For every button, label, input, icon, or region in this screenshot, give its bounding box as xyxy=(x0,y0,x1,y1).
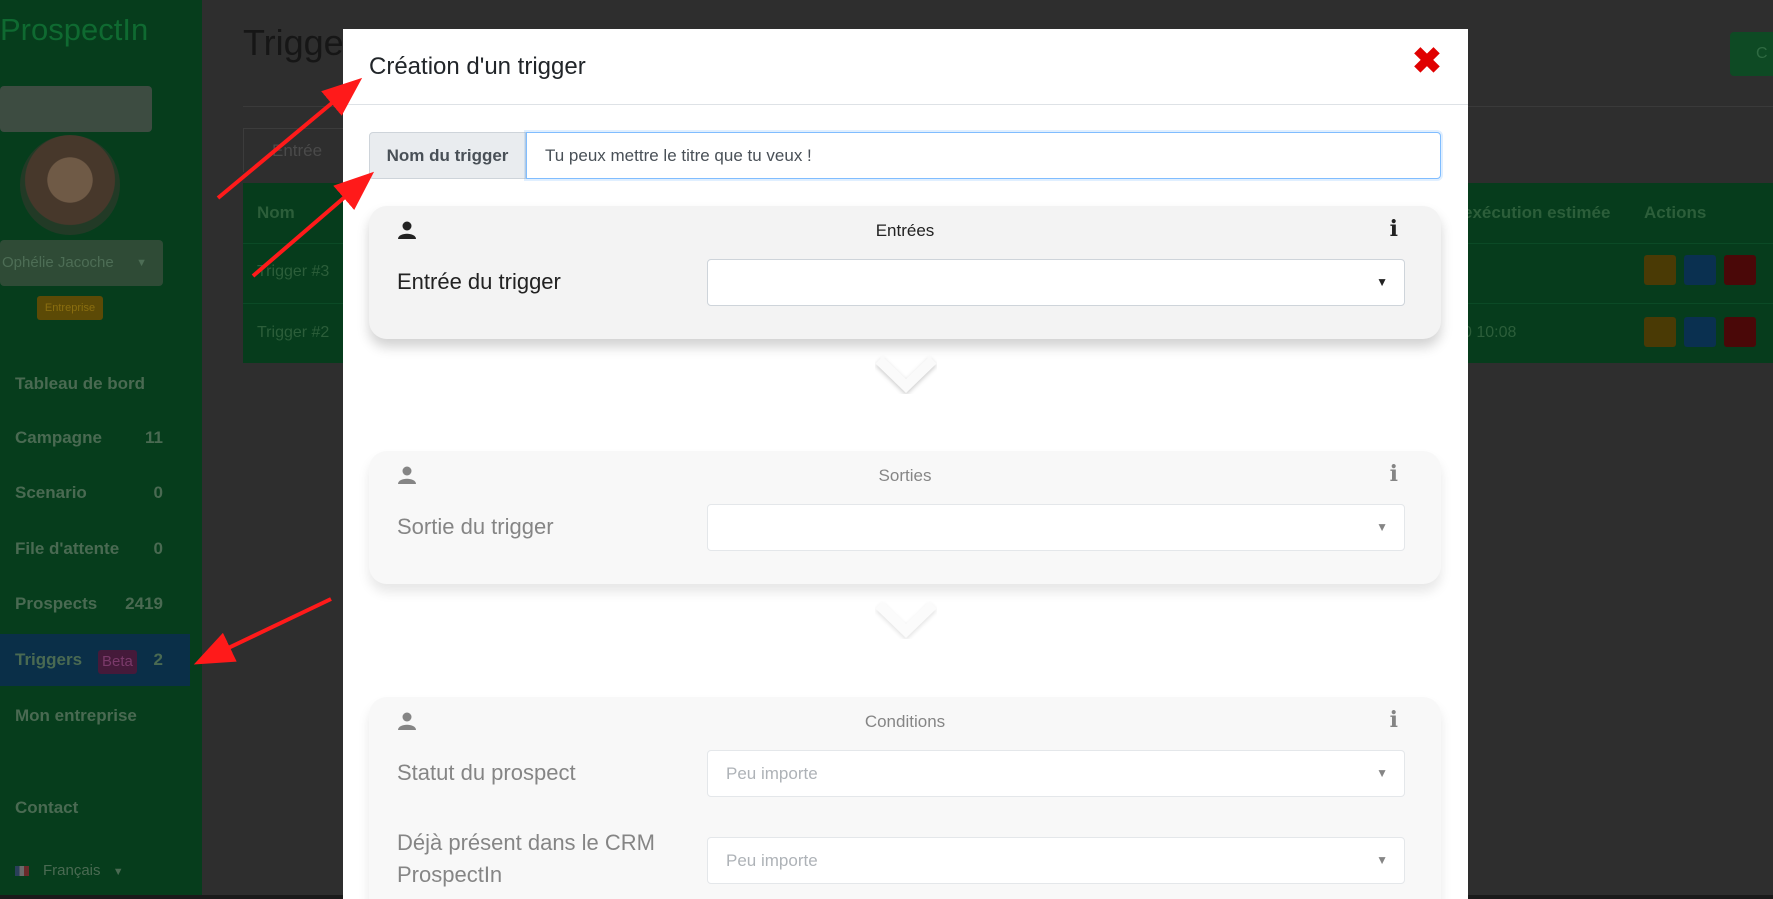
select-value: Peu importe xyxy=(726,851,818,870)
column-header: exécution estimée xyxy=(1463,203,1611,222)
modal-header: Création d'un trigger ✖ xyxy=(343,29,1468,105)
prospect-status-select[interactable]: Peu importe ▼ xyxy=(707,750,1405,797)
field-label: Sortie du trigger xyxy=(397,514,554,539)
section-sorties: Sorties i Sortie du trigger ▼ xyxy=(369,451,1441,584)
column-header: Nom xyxy=(257,203,295,222)
field-label: Déjà présent dans le CRM ProspectIn xyxy=(397,830,656,887)
sidebar-item-contact: Contact xyxy=(0,782,175,834)
sidebar-item-count: 11 xyxy=(145,428,163,447)
trigger-name-input[interactable] xyxy=(526,132,1441,179)
info-icon[interactable]: i xyxy=(1390,461,1398,487)
close-icon[interactable]: ✖ xyxy=(1412,43,1442,79)
trigger-input-select[interactable]: ▼ xyxy=(707,259,1405,306)
crm-presence-select[interactable]: Peu importe ▼ xyxy=(707,837,1405,884)
table-cell-name: Trigger #2 xyxy=(257,324,330,341)
user-name: Ophélie Jacoche xyxy=(2,254,114,271)
caret-down-icon: ▼ xyxy=(1376,520,1388,534)
chevron-down-icon: ▼ xyxy=(112,866,124,878)
sidebar-search xyxy=(0,86,152,132)
sidebar-item-triggers: Triggers Beta 2 xyxy=(0,634,190,686)
chevron-down-icon xyxy=(343,599,1468,644)
caret-down-icon: ▼ xyxy=(1376,275,1388,289)
info-icon[interactable]: i xyxy=(1390,216,1398,242)
sidebar-item-label: Campagne xyxy=(15,428,102,447)
avatar xyxy=(20,135,120,235)
copy-button xyxy=(1684,317,1716,347)
section-title: Sorties xyxy=(878,466,932,485)
sidebar-item-count: 0 xyxy=(153,539,163,558)
trigger-name-group: Nom du trigger xyxy=(369,132,1441,179)
create-trigger-button: C xyxy=(1730,32,1773,76)
sidebar-item-label: File d'attente xyxy=(15,539,120,558)
sidebar-item-company: Mon entreprise xyxy=(0,690,175,742)
edit-button xyxy=(1644,317,1676,347)
sidebar-item-label: Scenario xyxy=(15,483,87,502)
sidebar-item-campagne: Campagne 11 xyxy=(0,412,175,464)
brand-logo: ProspectIn xyxy=(0,12,149,47)
arrow-to-triggers-menu xyxy=(193,597,332,665)
table-cell-name: Trigger #3 xyxy=(257,263,330,280)
edit-button xyxy=(1644,255,1676,285)
flag-icon xyxy=(15,866,29,877)
copy-button xyxy=(1684,255,1716,285)
caret-down-icon: ▼ xyxy=(1376,766,1388,780)
sidebar-item-count: 2 xyxy=(153,650,163,669)
field-label: Entrée du trigger xyxy=(397,269,561,294)
select-value: Peu importe xyxy=(726,764,818,783)
delete-button xyxy=(1724,255,1756,285)
sidebar-item-count: 0 xyxy=(153,483,163,502)
language-label: Français xyxy=(43,862,101,879)
user-menu: Ophélie Jacoche ▼ xyxy=(0,240,163,286)
table-cell-date: 0 10:08 xyxy=(1463,324,1517,341)
column-header: Actions xyxy=(1644,203,1707,222)
plan-badge: Entreprise xyxy=(37,296,103,320)
create-trigger-modal: Création d'un trigger ✖ Nom du trigger E… xyxy=(343,29,1468,899)
sidebar-item-label: Contact xyxy=(15,798,79,817)
sidebar-item-label: Tableau de bord xyxy=(15,374,146,393)
trigger-output-select[interactable]: ▼ xyxy=(707,504,1405,551)
page-title: Trigge xyxy=(243,22,344,63)
section-entrees: Entrées i Entrée du trigger ▼ xyxy=(369,206,1441,339)
sidebar-item-scenario: Scenario 0 xyxy=(0,467,175,519)
sidebar-item-queue: File d'attente 0 xyxy=(0,523,175,575)
info-icon[interactable]: i xyxy=(1390,707,1398,733)
chevron-down-icon: ▼ xyxy=(136,257,147,269)
modal-title: Création d'un trigger xyxy=(369,53,586,80)
trigger-name-label: Nom du trigger xyxy=(369,132,526,179)
section-conditions: Conditions i Statut du prospect Peu impo… xyxy=(369,697,1441,899)
sidebar-item-dashboard: Tableau de bord xyxy=(0,358,175,410)
sidebar-item-label: Mon entreprise xyxy=(15,706,137,725)
language-selector: Français ▼ xyxy=(15,862,124,879)
beta-badge: Beta xyxy=(98,650,137,674)
delete-button xyxy=(1724,317,1756,347)
sidebar-item-label: Triggers xyxy=(15,650,83,669)
sidebar: ProspectIn Ophélie Jacoche ▼ Entreprise … xyxy=(0,0,202,899)
sidebar-item-prospects: Prospects 2419 xyxy=(0,578,175,630)
section-title: Entrées xyxy=(875,221,935,240)
section-title: Conditions xyxy=(864,712,946,731)
sidebar-item-count: 2419 xyxy=(125,594,163,613)
caret-down-icon: ▼ xyxy=(1376,853,1388,867)
sidebar-item-label: Prospects xyxy=(15,594,98,613)
field-label: Statut du prospect xyxy=(397,760,576,785)
chevron-down-icon xyxy=(343,354,1468,399)
